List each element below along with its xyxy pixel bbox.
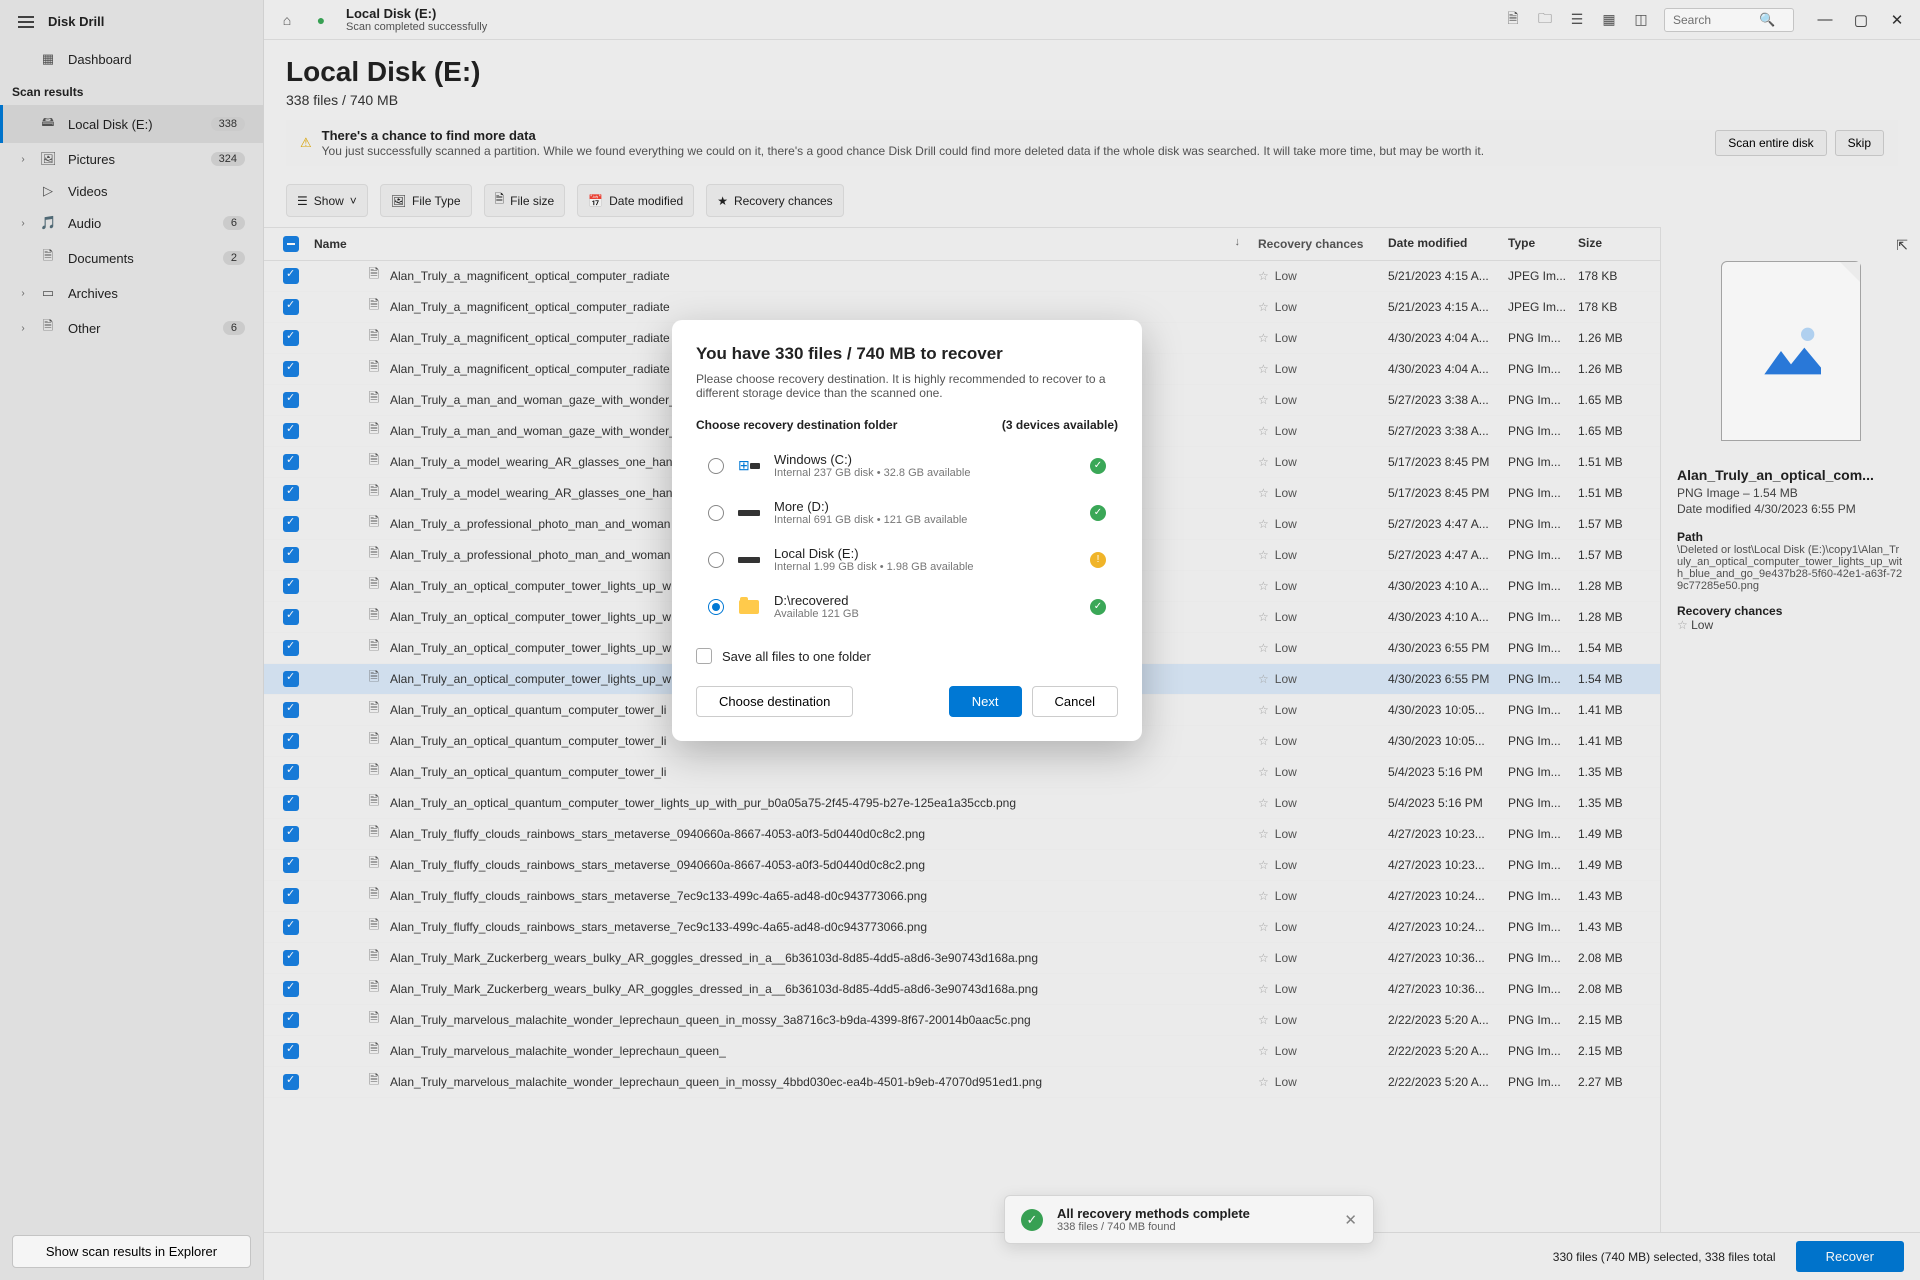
save-one-folder-checkbox[interactable]: Save all files to one folder bbox=[696, 648, 1118, 664]
dest-sub: Internal 237 GB disk • 32.8 GB available bbox=[774, 467, 1076, 479]
modal-devcount: (3 devices available) bbox=[1002, 418, 1118, 432]
dest-name: Local Disk (E:) bbox=[774, 546, 1076, 561]
destination-option[interactable]: D:\recoveredAvailable 121 GB ✓ bbox=[696, 583, 1118, 630]
modal-choose-heading: Choose recovery destination folder bbox=[696, 418, 897, 432]
dest-sub: Internal 691 GB disk • 121 GB available bbox=[774, 514, 1076, 526]
folder-icon bbox=[739, 600, 759, 614]
windows-icon: ⊞ bbox=[738, 457, 750, 474]
dest-radio[interactable] bbox=[708, 458, 724, 474]
dest-name: D:\recovered bbox=[774, 593, 1076, 608]
disk-icon bbox=[738, 510, 760, 516]
disk-icon bbox=[738, 557, 760, 563]
dest-sub: Available 121 GB bbox=[774, 608, 1076, 620]
dest-radio[interactable] bbox=[708, 599, 724, 615]
dest-radio[interactable] bbox=[708, 505, 724, 521]
destination-option[interactable]: Local Disk (E:)Internal 1.99 GB disk • 1… bbox=[696, 536, 1118, 583]
modal-text: Please choose recovery destination. It i… bbox=[696, 372, 1118, 400]
status-ok-icon: ✓ bbox=[1090, 599, 1106, 615]
dest-radio[interactable] bbox=[708, 552, 724, 568]
status-ok-icon: ✓ bbox=[1090, 505, 1106, 521]
dest-name: More (D:) bbox=[774, 499, 1076, 514]
destination-option[interactable]: More (D:)Internal 691 GB disk • 121 GB a… bbox=[696, 489, 1118, 536]
cancel-button[interactable]: Cancel bbox=[1032, 686, 1118, 717]
dest-name: Windows (C:) bbox=[774, 452, 1076, 467]
status-ok-icon: ✓ bbox=[1090, 458, 1106, 474]
modal-title: You have 330 files / 740 MB to recover bbox=[696, 344, 1118, 364]
choose-destination-button[interactable]: Choose destination bbox=[696, 686, 853, 717]
next-button[interactable]: Next bbox=[949, 686, 1022, 717]
status-warn-icon: ! bbox=[1090, 552, 1106, 568]
recovery-modal: You have 330 files / 740 MB to recover P… bbox=[672, 320, 1142, 741]
destination-option[interactable]: ⊞ Windows (C:)Internal 237 GB disk • 32.… bbox=[696, 442, 1118, 489]
disk-icon bbox=[750, 463, 760, 469]
dest-sub: Internal 1.99 GB disk • 1.98 GB availabl… bbox=[774, 561, 1076, 573]
